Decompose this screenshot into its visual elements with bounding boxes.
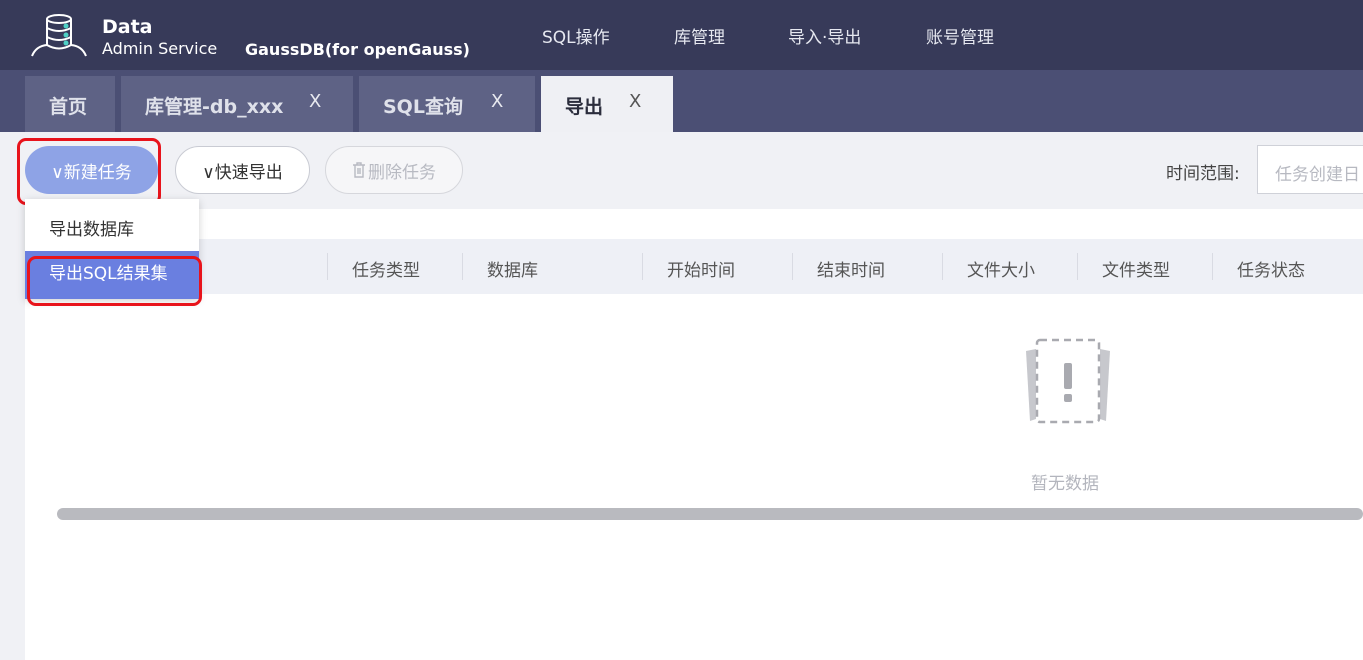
- brand-title: Data: [102, 16, 153, 38]
- column-task-type: 任务类型: [352, 261, 420, 281]
- product-name: GaussDB(for openGauss): [245, 40, 470, 59]
- time-range-input[interactable]: 任务创建日: [1257, 145, 1363, 194]
- trash-icon: [353, 162, 365, 178]
- empty-data-text: 暂无数据: [1031, 474, 1099, 494]
- table-header: 任务类型 数据库 开始时间 结束时间 文件大小 文件类型 任务状态: [25, 239, 1363, 294]
- column-task-status: 任务状态: [1237, 261, 1305, 281]
- database-logo-icon: [31, 14, 87, 57]
- brand-subtitle: Admin Service: [102, 39, 218, 58]
- column-database: 数据库: [487, 261, 538, 281]
- tab-label: SQL查询: [383, 96, 463, 118]
- close-icon[interactable]: X: [629, 91, 641, 112]
- menu-item-export-database[interactable]: 导出数据库: [25, 199, 199, 251]
- column-start-time: 开始时间: [667, 261, 735, 281]
- content-area: ∨新建任务 ∨快速导出 删除任务 时间范围: 任务创建日 任务类型 数据库 开始…: [0, 132, 1363, 660]
- tab-bar: 首页 库管理-db_xxx X SQL查询 X 导出 X: [0, 70, 1363, 132]
- column-divider: [327, 253, 328, 280]
- nav-account-management[interactable]: 账号管理: [926, 23, 994, 48]
- column-divider: [942, 253, 943, 280]
- delete-task-button[interactable]: 删除任务: [325, 146, 463, 194]
- tab-label: 首页: [49, 96, 88, 118]
- close-icon[interactable]: X: [491, 91, 503, 112]
- annotation-highlight: [27, 256, 202, 306]
- tab-label: 导出: [565, 96, 604, 118]
- column-divider: [462, 253, 463, 280]
- tab-export[interactable]: 导出 X: [541, 76, 673, 132]
- close-icon[interactable]: X: [309, 91, 321, 112]
- nav-import-export[interactable]: 导入·导出: [788, 23, 861, 48]
- tab-label: 库管理-db_xxx: [145, 96, 284, 118]
- tab-db-management[interactable]: 库管理-db_xxx X: [121, 76, 353, 132]
- tab-home[interactable]: 首页: [25, 76, 115, 132]
- column-divider: [642, 253, 643, 280]
- column-end-time: 结束时间: [817, 261, 885, 281]
- nav-sql-operations[interactable]: SQL操作: [542, 23, 610, 48]
- time-range-label: 时间范围:: [1166, 164, 1240, 184]
- top-header: Data Admin Service GaussDB(for openGauss…: [0, 0, 1363, 70]
- column-divider: [1077, 253, 1078, 280]
- column-divider: [1212, 253, 1213, 280]
- column-file-size: 文件大小: [967, 261, 1035, 281]
- column-divider: [792, 253, 793, 280]
- empty-data-icon: [1026, 338, 1110, 424]
- tab-sql-query[interactable]: SQL查询 X: [359, 76, 535, 132]
- nav-database-management[interactable]: 库管理: [674, 23, 725, 48]
- delete-task-label: 删除任务: [368, 162, 436, 183]
- quick-export-button[interactable]: ∨快速导出: [175, 146, 310, 194]
- column-file-type: 文件类型: [1102, 261, 1170, 281]
- horizontal-scrollbar[interactable]: [57, 508, 1363, 520]
- annotation-highlight: [17, 138, 161, 205]
